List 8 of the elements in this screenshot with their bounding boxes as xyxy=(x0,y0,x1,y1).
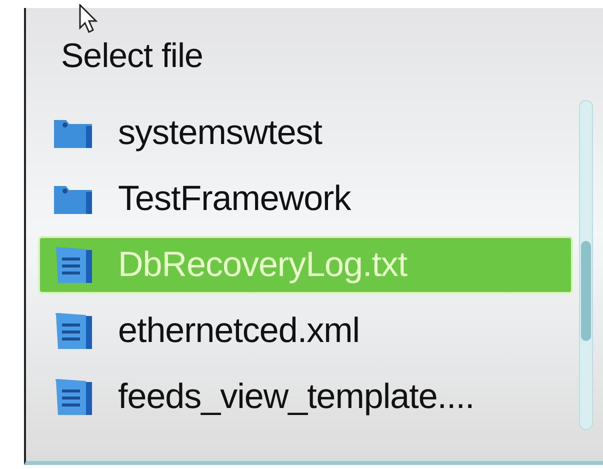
file-list-item[interactable]: systemswtest xyxy=(38,104,573,162)
file-list-item[interactable]: TestFramework xyxy=(38,170,573,228)
scrollbar[interactable] xyxy=(579,100,593,430)
cursor-icon xyxy=(78,4,100,34)
scrollbar-thumb[interactable] xyxy=(581,241,591,341)
dialog-title: Select file xyxy=(61,36,203,77)
file-list-item[interactable]: ethernetced.xml xyxy=(38,302,573,360)
file-list-item[interactable]: feeds_view_template.... xyxy=(38,368,573,426)
